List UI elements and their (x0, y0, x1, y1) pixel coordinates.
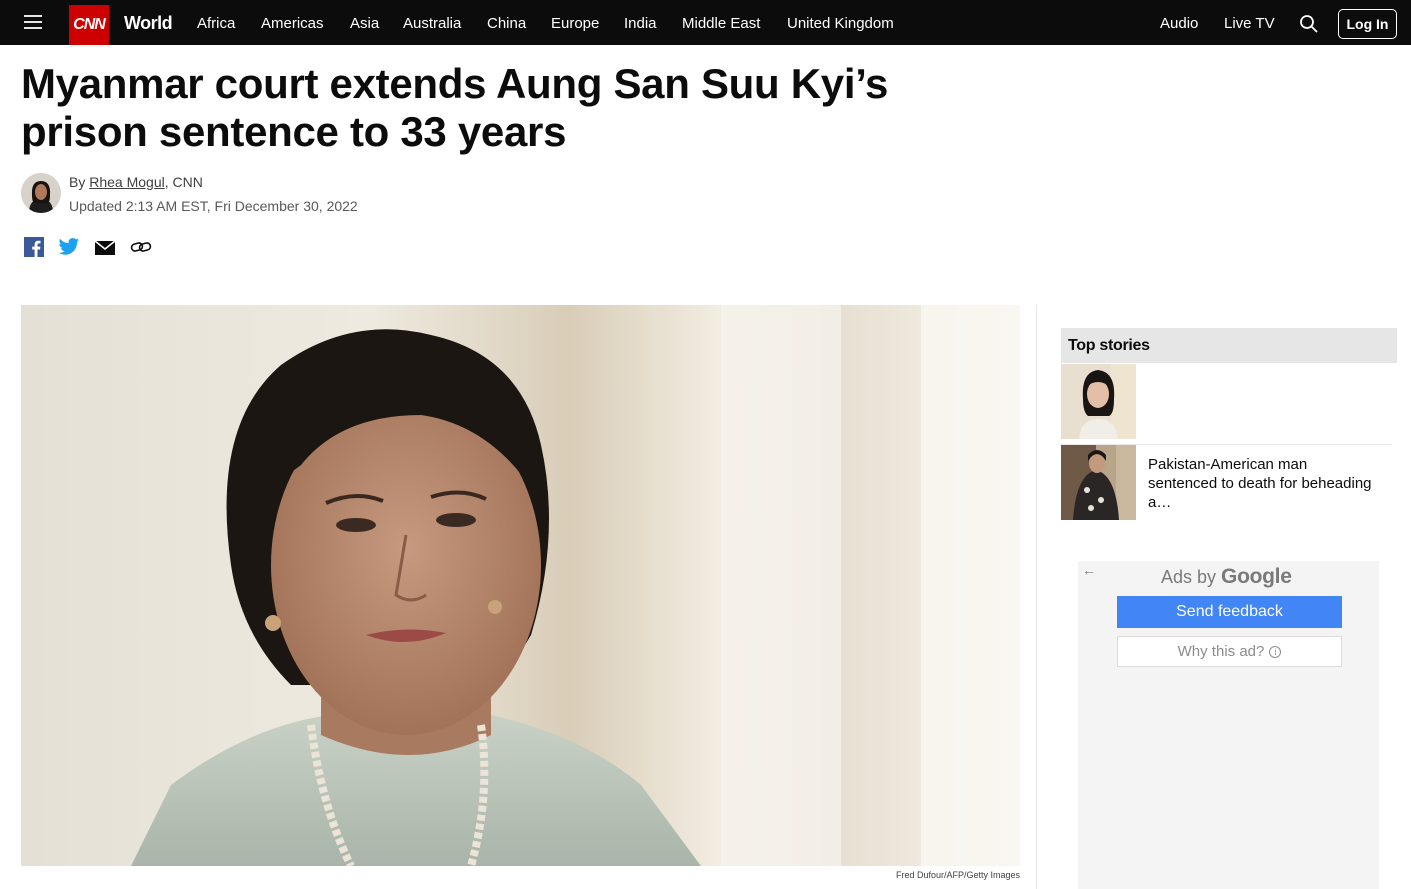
nav-item-united-kingdom[interactable]: United Kingdom (787, 15, 894, 32)
send-feedback-button[interactable]: Send feedback (1117, 596, 1342, 628)
nav-item-asia[interactable]: Asia (350, 15, 379, 32)
story-headline[interactable]: Pakistan-American man sentenced to death… (1148, 455, 1378, 512)
nav-item-live-tv[interactable]: Live TV (1224, 15, 1275, 32)
ads-by-google: Ads by Google (1161, 565, 1292, 589)
article-hero-image[interactable] (21, 305, 1020, 866)
story-thumbnail[interactable] (1061, 445, 1136, 520)
nav-item-audio[interactable]: Audio (1160, 15, 1198, 32)
info-icon: i (1269, 645, 1282, 658)
author-avatar[interactable] (21, 173, 61, 213)
article-headline: Myanmar court extends Aung San Suu Kyi’s… (21, 60, 889, 155)
top-stories-title: Top stories (1068, 337, 1150, 354)
byline-prefix: By (69, 174, 86, 190)
link-icon[interactable] (130, 237, 152, 257)
nav-item-europe[interactable]: Europe (551, 15, 599, 32)
nav-item-australia[interactable]: Australia (403, 15, 461, 32)
nav-item-africa[interactable]: Africa (197, 15, 235, 32)
nav-item-middle-east[interactable]: Middle East (682, 15, 760, 32)
section-title[interactable]: World (124, 13, 173, 34)
menu-icon[interactable] (24, 15, 42, 29)
why-this-ad-label: Why this ad? (1177, 643, 1265, 660)
image-credit: Fred Dufour/AFP/Getty Images (895, 870, 1020, 880)
top-stories-header: Top stories (1061, 328, 1397, 363)
email-icon[interactable] (94, 237, 116, 257)
column-divider (1036, 305, 1037, 889)
cnn-logo[interactable]: CNN (69, 5, 109, 45)
search-icon[interactable] (1299, 14, 1319, 34)
nav-item-india[interactable]: India (624, 15, 657, 32)
why-this-ad-button[interactable]: Why this ad? i (1117, 636, 1342, 667)
ads-by-label: Ads by (1161, 567, 1217, 587)
twitter-icon[interactable] (58, 237, 80, 257)
byline: By Rhea Mogul, CNN (69, 174, 203, 190)
story-thumbnail[interactable] (1061, 364, 1136, 439)
top-nav: CNN World Africa Americas Asia Australia… (0, 0, 1411, 45)
nav-item-americas[interactable]: Americas (261, 15, 324, 32)
login-button[interactable]: Log In (1338, 9, 1397, 39)
nav-item-china[interactable]: China (487, 15, 526, 32)
google-label: Google (1221, 565, 1292, 588)
author-link[interactable]: Rhea Mogul (89, 174, 165, 190)
byline-source: , CNN (164, 174, 203, 190)
facebook-icon[interactable] (23, 237, 45, 257)
back-arrow-icon[interactable]: ← (1082, 562, 1096, 578)
updated-timestamp: Updated 2:13 AM EST, Fri December 30, 20… (69, 198, 358, 214)
